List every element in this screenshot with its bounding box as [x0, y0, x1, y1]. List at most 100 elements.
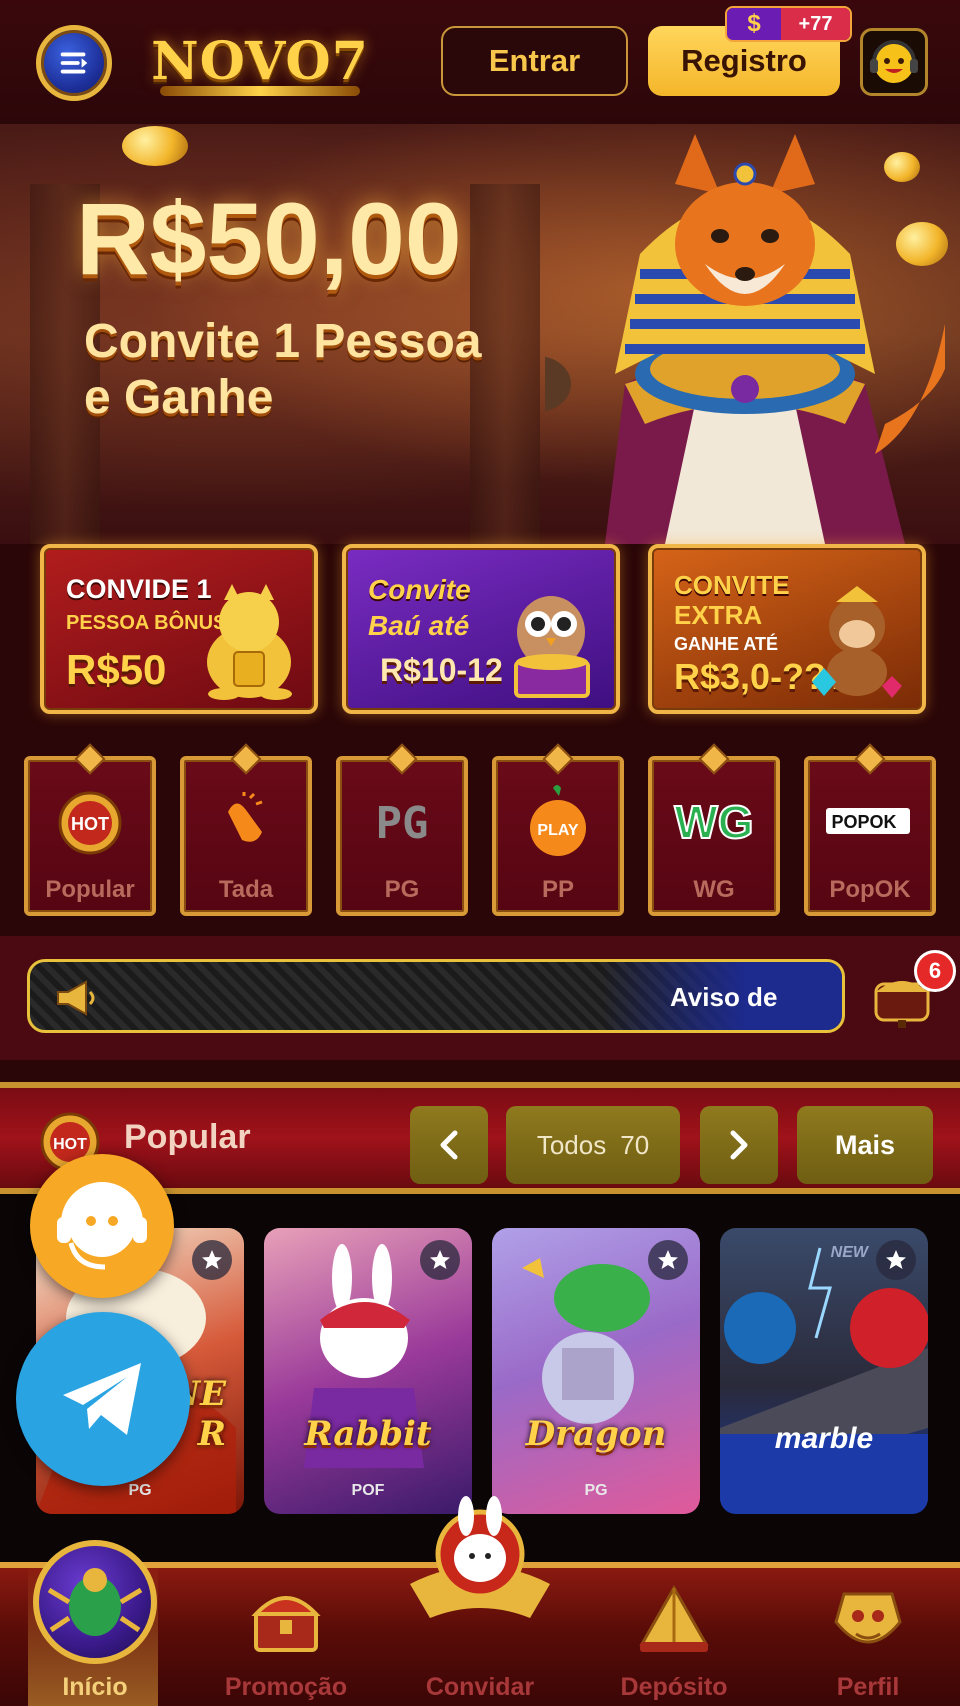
game-card[interactable]: Rabbit POF: [264, 1228, 472, 1514]
provider-tab-pp[interactable]: PLAY PP: [492, 756, 624, 916]
provider-tab-popular[interactable]: HOT Popular: [24, 756, 156, 916]
megaphone-icon: [57, 980, 95, 1016]
telegram-button[interactable]: [16, 1312, 190, 1486]
smiley-headset-icon: [870, 40, 918, 83]
dollar-icon: $: [727, 8, 781, 40]
logo-text: NOVO7: [151, 30, 369, 92]
mail-count-badge: 6: [914, 950, 956, 992]
nav-invite[interactable]: Convidar: [390, 1496, 570, 1706]
menu-icon: [60, 52, 88, 74]
coin-icon: [122, 126, 188, 166]
avatar-button[interactable]: [860, 28, 928, 96]
svg-text:WG: WG: [674, 796, 753, 848]
wg-icon: WG: [668, 782, 760, 862]
svg-text:HOT: HOT: [71, 814, 109, 834]
popok-icon: POPOK: [824, 782, 916, 862]
provider-strip: HOT Popular Tada PG PG PLAY PP WG WG POP…: [0, 756, 960, 920]
nav-label: Convidar: [425, 1673, 535, 1701]
promo-card-invite-chest[interactable]: Convite Baú até R$10-12: [342, 544, 620, 714]
promo-amount: R$50: [66, 646, 167, 693]
hero-subtitle-line1: Convite 1 Pessoa: [84, 315, 482, 368]
new-badge: NEW: [830, 1244, 868, 1261]
provider-tab-popok[interactable]: POPOK PopOK: [804, 756, 936, 916]
promo-line2: Baú até: [368, 610, 470, 641]
promo-line1: CONVITE: [674, 570, 790, 600]
notice-section: Aviso de 6: [0, 936, 960, 1060]
hot-icon: HOT: [44, 782, 136, 862]
game-title: Dragon: [525, 1414, 667, 1454]
game-card[interactable]: NEW marble: [720, 1228, 928, 1514]
provider-tab-wg[interactable]: WG WG: [648, 756, 780, 916]
provider-tab-pg[interactable]: PG PG: [336, 756, 468, 916]
favorite-star-icon[interactable]: [192, 1240, 232, 1280]
all-games-filter[interactable]: Todos 70: [506, 1106, 680, 1184]
provider-label: PopOK: [829, 876, 911, 903]
game-title: Rabbit: [304, 1414, 432, 1454]
provider-label: Popular: [45, 876, 135, 903]
hero-subtitle-line2: e Ganhe: [84, 371, 274, 424]
section-title: Popular: [124, 1118, 251, 1156]
chevron-left-icon: [440, 1130, 458, 1160]
all-label: Todos: [536, 1129, 607, 1160]
favorite-star-icon[interactable]: [648, 1240, 688, 1280]
promo-line2: EXTRA: [674, 600, 763, 630]
svg-text:PLAY: PLAY: [537, 822, 579, 839]
rabbit-mascot-icon: [410, 1496, 550, 1618]
provider-tab-tada[interactable]: Tada: [180, 756, 312, 916]
nav-label: Início: [62, 1673, 128, 1701]
hero-banner[interactable]: R$50,00 Convite 1 Pessoa e Ganhe: [0, 124, 960, 544]
customer-support-button[interactable]: [30, 1154, 174, 1298]
nav-label: Promoção: [224, 1673, 348, 1701]
hero-subtitle: Convite 1 Pessoa e Ganhe: [84, 314, 554, 426]
headset-icon: [57, 1182, 147, 1270]
promo-amount: R$10-12: [380, 652, 503, 688]
provider-label: PG: [384, 876, 420, 903]
nav-promotion[interactable]: Promoção: [196, 1568, 376, 1706]
top-header: NOVO7 Entrar Registro $ +77: [0, 0, 960, 124]
promo-line1: Convite: [368, 574, 471, 605]
notice-text: Aviso de: [670, 982, 778, 1012]
next-page-button[interactable]: [700, 1106, 778, 1184]
favorite-star-icon[interactable]: [420, 1240, 460, 1280]
favorite-star-icon[interactable]: [876, 1240, 916, 1280]
lucky-cat-icon: [207, 584, 292, 700]
promo-line1: CONVIDE 1: [66, 574, 212, 604]
play-icon: PLAY: [512, 782, 604, 862]
nav-home[interactable]: Início: [0, 1540, 190, 1706]
svg-text:PG: PG: [376, 798, 429, 849]
menu-button[interactable]: [36, 25, 112, 101]
brand-logo[interactable]: NOVO7: [140, 18, 380, 104]
bonus-amount: +77: [781, 8, 850, 40]
bottom-navigation: Início Promoção Convidar Depósito Perfil: [0, 1496, 960, 1706]
pg-icon: PG: [356, 782, 448, 862]
nav-label: Perfil: [836, 1673, 900, 1701]
mask-icon: [834, 1592, 902, 1644]
nav-deposit[interactable]: Depósito: [584, 1568, 764, 1706]
provider-label: WG: [693, 876, 735, 903]
prev-page-button[interactable]: [410, 1106, 488, 1184]
svg-text:POPOK: POPOK: [831, 812, 896, 832]
provider-label: Tada: [218, 876, 274, 903]
promo-line2b: GANHE ATÉ: [674, 634, 779, 654]
more-button[interactable]: Mais: [797, 1106, 933, 1184]
provider-label: PP: [541, 876, 574, 903]
logo-underline: [160, 86, 360, 96]
promo-card-invite-bonus[interactable]: CONVIDE 1 PESSOA BÔNUS R$50: [40, 544, 318, 714]
svg-text:HOT: HOT: [53, 1136, 87, 1153]
register-bonus-tag: $ +77: [725, 6, 852, 42]
chevron-right-icon: [730, 1130, 748, 1160]
tada-icon: [200, 782, 292, 862]
pharaoh-fox-illustration: [545, 134, 945, 544]
pyramid-icon: [639, 1584, 709, 1652]
nav-profile[interactable]: Perfil: [778, 1568, 958, 1706]
scarab-icon: [33, 1540, 157, 1664]
game-title: marble: [774, 1422, 874, 1455]
monkey-gems-icon: [812, 586, 902, 698]
promo-card-extra-invite[interactable]: CONVITE EXTRA GANHE ATÉ R$3,0-???: [648, 544, 926, 714]
owl-treasure-icon: [514, 596, 590, 698]
all-count: 70: [620, 1129, 650, 1160]
game-card[interactable]: Dragon PG: [492, 1228, 700, 1514]
login-button[interactable]: Entrar: [441, 26, 628, 96]
hero-amount: R$50,00: [76, 182, 462, 296]
notice-marquee[interactable]: Aviso de: [27, 959, 845, 1033]
